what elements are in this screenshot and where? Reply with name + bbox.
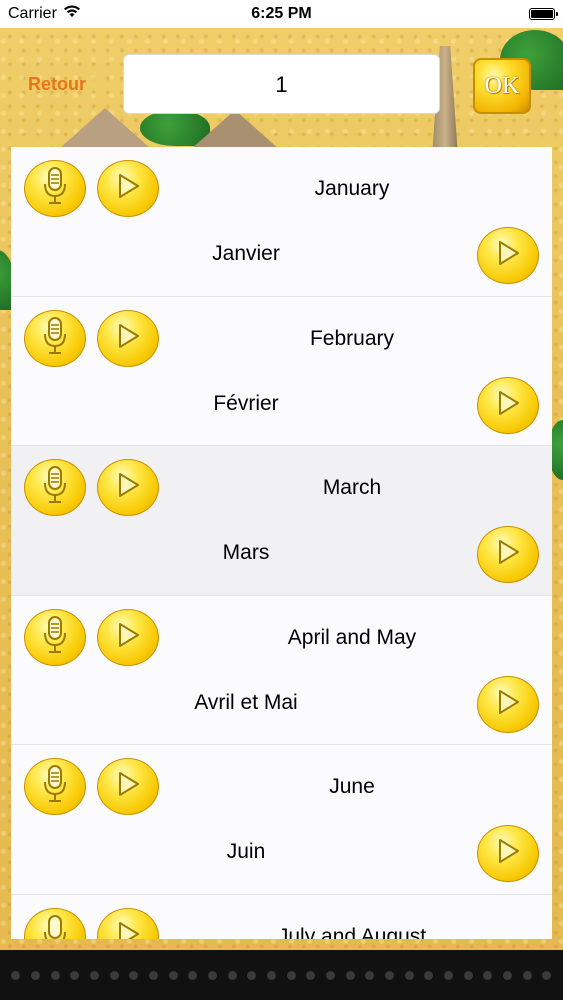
microphone-icon: [43, 465, 67, 510]
play-icon: [114, 621, 142, 654]
record-button[interactable]: [24, 608, 86, 666]
carrier-label: Carrier: [8, 5, 57, 22]
word-list[interactable]: January Janvier February Février March M…: [11, 147, 552, 939]
play-french-button[interactable]: [477, 675, 539, 733]
french-word: Mars: [222, 541, 270, 564]
play-icon: [494, 389, 522, 422]
play-icon: [494, 688, 522, 721]
tent-decoration: [60, 108, 150, 148]
play-icon: [114, 172, 142, 205]
play-english-button[interactable]: [97, 459, 159, 516]
french-word: Avril et Mai: [194, 690, 298, 714]
record-button[interactable]: [24, 160, 86, 217]
play-english-button[interactable]: [97, 608, 159, 666]
play-french-button[interactable]: [477, 825, 539, 882]
microphone-icon: [43, 914, 67, 939]
list-item: February Février: [11, 296, 552, 446]
list-item: April and May Avril et Mai: [11, 595, 552, 745]
list-item: March Mars: [11, 446, 552, 596]
play-english-button[interactable]: [97, 309, 159, 367]
play-french-button[interactable]: [477, 227, 539, 284]
list-item: January Janvier: [11, 147, 552, 297]
microphone-icon: [43, 166, 67, 211]
play-french-button[interactable]: [477, 376, 539, 434]
french-word: Janvier: [212, 242, 280, 265]
battery-icon: [529, 8, 558, 20]
tent-decoration: [190, 110, 280, 150]
back-button[interactable]: Retour: [28, 74, 86, 95]
english-word: June: [329, 775, 375, 798]
french-word: Février: [213, 391, 279, 415]
english-word: April and May: [287, 625, 417, 649]
english-word: March: [322, 476, 382, 499]
play-icon: [114, 920, 142, 939]
number-input[interactable]: 1: [123, 54, 440, 114]
microphone-icon: [43, 615, 67, 660]
bottom-film-strip: [0, 950, 563, 1000]
play-french-button[interactable]: [477, 526, 539, 583]
clock-time: 6:25 PM: [251, 5, 312, 22]
play-icon: [114, 471, 142, 504]
play-english-button[interactable]: [97, 160, 159, 217]
status-bar: Carrier 6:25 PM: [0, 0, 563, 28]
record-button[interactable]: [24, 758, 86, 815]
play-icon: [494, 837, 522, 870]
record-button[interactable]: [24, 907, 86, 939]
record-button[interactable]: [24, 309, 86, 367]
microphone-icon: [43, 764, 67, 809]
english-word: January: [314, 177, 390, 200]
wifi-icon: [63, 5, 81, 23]
play-icon: [114, 770, 142, 803]
microphone-icon: [43, 316, 67, 361]
record-button[interactable]: [24, 459, 86, 516]
list-item: July and August: [11, 894, 552, 940]
play-icon: [494, 239, 522, 272]
list-item: June Juin: [11, 745, 552, 895]
play-icon: [114, 322, 142, 355]
english-word: July and August: [277, 924, 427, 940]
play-english-button[interactable]: [97, 907, 159, 939]
play-icon: [494, 538, 522, 571]
ok-button[interactable]: OK: [473, 58, 531, 114]
french-word: Juin: [226, 840, 266, 863]
english-word: February: [309, 326, 395, 350]
play-english-button[interactable]: [97, 758, 159, 815]
